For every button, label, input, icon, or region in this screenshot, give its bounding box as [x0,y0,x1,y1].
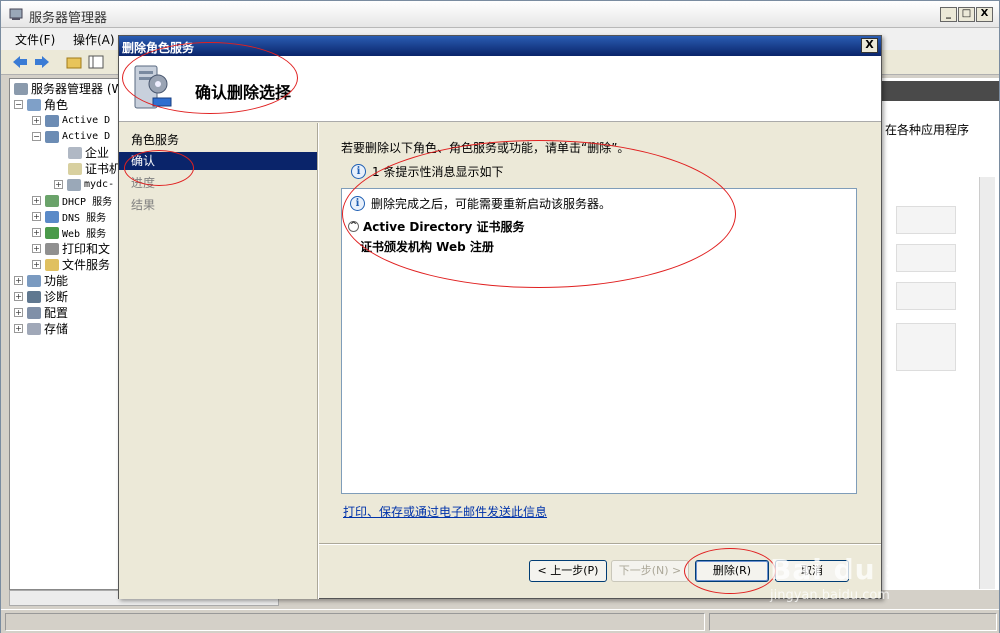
diagnostics-icon [27,290,41,303]
section-item: 证书颁发机构 Web 注册 [360,240,494,254]
dhcp-icon [45,194,59,207]
wizard-nav: 角色服务 确认 进度 结果 [119,123,317,599]
up-folder-icon[interactable] [65,54,83,70]
printer-icon [45,242,59,255]
enterprise-icon [68,146,82,159]
expand-icon[interactable]: + [32,212,41,221]
instruction-text: 若要删除以下角色、角色服务或功能，请单击“删除”。 [341,141,630,155]
ad-cert-icon [45,130,59,143]
tree-role-web[interactable]: + Web 服务 [32,225,106,240]
expand-icon[interactable]: + [32,116,41,125]
previous-button[interactable]: < 上一步(P) [529,560,607,582]
minimize-button[interactable]: _ [940,7,957,22]
configuration-icon [27,306,41,319]
back-arrow-icon[interactable] [11,54,29,70]
tree-child-mydc[interactable]: + mydc- [54,177,114,192]
details-box [896,206,956,234]
info-icon: i [351,164,366,179]
dialog-title: 删除角色服务 [122,41,195,55]
tree-role-ad1[interactable]: + Active D [32,113,110,128]
tree-child-enterprise[interactable]: 企业 [68,145,109,160]
info-icon: i [350,196,365,211]
expand-icon[interactable]: + [32,228,41,237]
expand-icon[interactable]: + [32,260,41,269]
features-icon [27,274,41,287]
dns-icon [45,210,59,223]
tree-role-dhcp[interactable]: + DHCP 服务 [32,193,112,208]
show-hide-pane-icon[interactable] [87,54,105,70]
certificate-icon [68,162,82,175]
collapse-icon[interactable]: − [32,132,41,141]
tree-configuration[interactable]: + 配置 [14,305,68,320]
expand-icon[interactable]: + [32,196,41,205]
tree-role-file[interactable]: + 文件服务 [32,257,110,272]
tree-features[interactable]: + 功能 [14,273,68,288]
server-manager-icon [9,8,23,20]
nav-confirm[interactable]: 确认 [119,152,317,170]
button-separator [319,543,881,545]
info-summary: i 1 条提示性消息显示如下 [351,163,503,180]
section-header[interactable]: ^ Active Directory 证书服务 [348,218,525,235]
next-button: 下一步(N) > [611,560,689,582]
menu-file[interactable]: 文件(F) [15,31,55,48]
dialog-close-button[interactable]: X [861,38,878,53]
expand-icon[interactable]: + [14,276,23,285]
details-box [896,323,956,371]
tree-roles[interactable]: − 角色 [14,97,68,112]
console-tree: 服务器管理器 (W − 角色 + Active D − Active D 企业 证书机… [9,78,121,590]
forward-arrow-icon[interactable] [33,54,51,70]
nav-progress: 进度 [131,176,156,190]
main-window-title: 服务器管理器 [29,11,108,26]
expand-icon[interactable]: + [14,308,23,317]
tree-storage[interactable]: + 存储 [14,321,68,336]
status-bar [1,609,999,633]
collapse-icon[interactable]: ^ [348,221,359,232]
restore-button[interactable]: □ [958,7,975,22]
tree-child-cert[interactable]: 证书机 [68,161,120,176]
dialog-title-bar: 删除角色服务 X [119,36,881,56]
web-server-icon [45,226,59,239]
remove-role-services-dialog: 删除角色服务 X 确认删除选择 角色服务 确认 进度 结果 若要删除以下角色、角… [118,35,882,599]
details-text: 在各种应用程序 [885,123,970,137]
watermark-url: jingyan.baidu.com [770,588,890,603]
tree-diagnostics[interactable]: + 诊断 [14,289,68,304]
info-count-text: 1 条提示性消息显示如下 [372,165,504,179]
details-box [896,282,956,310]
confirmation-list: i 删除完成之后，可能需要重新启动该服务器。 ^ Active Director… [341,188,857,494]
collapse-icon[interactable]: − [14,100,23,109]
server-icon [14,82,28,95]
expand-icon[interactable]: + [14,324,23,333]
expand-icon[interactable]: + [54,180,63,189]
details-header-bar [881,81,999,101]
dialog-header: 确认删除选择 [119,56,881,122]
details-vertical-scrollbar[interactable] [979,177,995,589]
restart-message: i 删除完成之后，可能需要重新启动该服务器。 [350,195,611,212]
details-box [896,244,956,272]
print-save-email-link[interactable]: 打印、保存或通过电子邮件发送此信息 [343,503,547,520]
expand-icon[interactable]: + [32,244,41,253]
tree-role-print[interactable]: + 打印和文 [32,241,110,256]
ad-icon [45,114,59,127]
file-services-icon [45,258,59,271]
computer-icon [67,178,81,191]
menu-action[interactable]: 操作(A) [73,31,115,48]
expand-icon[interactable]: + [14,292,23,301]
tree-role-dns[interactable]: + DNS 服务 [32,209,106,224]
nav-separator [317,123,319,599]
tree-root[interactable]: 服务器管理器 (W [14,81,120,96]
remove-button[interactable]: 删除(R) [695,560,769,582]
server-roles-icon [134,65,172,109]
tree-role-ad2[interactable]: − Active D [32,129,110,144]
storage-icon [27,322,41,335]
nav-role-services[interactable]: 角色服务 [119,131,317,149]
main-title-bar: 服务器管理器 _ □ X [1,1,999,28]
nav-results: 结果 [131,198,156,212]
dialog-page-title: 确认删除选择 [195,83,292,102]
watermark-logo: Bai du 经验 [770,553,945,586]
roles-icon [27,98,41,111]
close-button[interactable]: X [976,7,993,22]
